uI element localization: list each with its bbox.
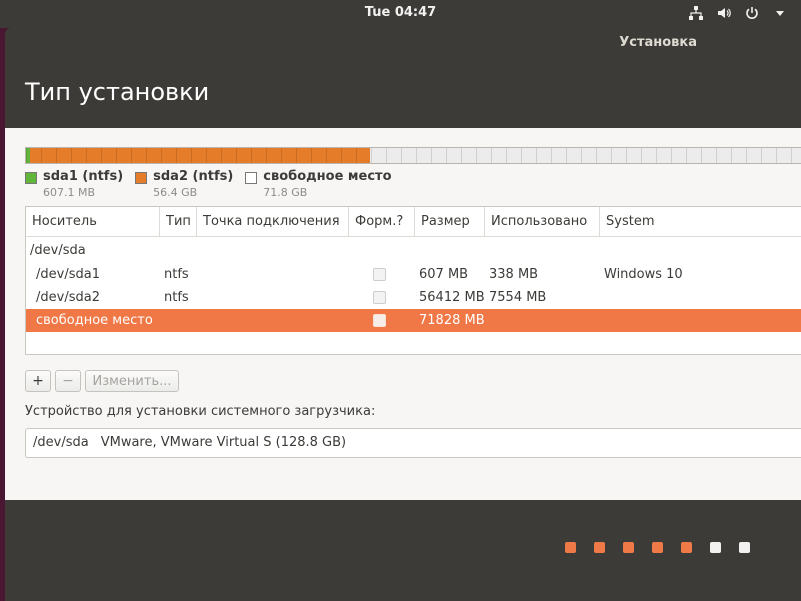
progress-dot bbox=[594, 542, 605, 553]
window-title: Установка bbox=[619, 35, 697, 50]
partition-bar bbox=[25, 147, 801, 164]
cell-system: Windows 10 bbox=[604, 267, 683, 282]
column-header-format[interactable]: Форм.? bbox=[349, 207, 415, 236]
network-icon[interactable] bbox=[687, 4, 705, 22]
cell-device: свободное место bbox=[36, 313, 153, 328]
system-tray bbox=[687, 4, 789, 22]
progress-dot bbox=[710, 542, 721, 553]
legend-swatch bbox=[135, 172, 148, 184]
column-header-device[interactable]: Носитель bbox=[26, 207, 160, 236]
disk-group-row[interactable]: /dev/sda bbox=[26, 238, 801, 263]
legend-sda2: sda2 (ntfs) 56.4 GB bbox=[135, 169, 233, 199]
table-row[interactable]: /dev/sda2 ntfs 56412 MB 7554 MB bbox=[26, 286, 801, 309]
column-header-mount[interactable]: Точка подключения bbox=[197, 207, 349, 236]
menu-arrow-icon[interactable] bbox=[771, 4, 789, 22]
partition-table: Носитель Тип Точка подключения Форм.? Ра… bbox=[25, 206, 801, 355]
cell-device: /dev/sda1 bbox=[36, 267, 100, 282]
page-title: Тип установки bbox=[25, 78, 210, 106]
legend-size: 71.8 GB bbox=[263, 186, 308, 199]
legend-name: sda1 (ntfs) bbox=[43, 169, 124, 184]
legend-swatch bbox=[245, 172, 258, 184]
cell-used: 338 MB bbox=[489, 267, 539, 282]
power-icon[interactable] bbox=[743, 4, 761, 22]
column-header-type[interactable]: Тип bbox=[160, 207, 197, 236]
add-partition-button[interactable]: + bbox=[25, 370, 51, 392]
volume-icon[interactable] bbox=[715, 4, 733, 22]
installer-window: Установка Тип установки sda1 (ntfs) 607.… bbox=[5, 28, 801, 601]
column-header-system[interactable]: System bbox=[600, 207, 801, 236]
cell-format bbox=[349, 291, 415, 304]
partition-bar-ticks bbox=[26, 148, 801, 163]
progress-dot bbox=[623, 542, 634, 553]
cell-size: 607 MB bbox=[419, 267, 469, 282]
legend-sda1: sda1 (ntfs) 607.1 MB bbox=[25, 169, 123, 199]
partition-buttons: + − Изменить... bbox=[25, 370, 179, 392]
format-checkbox[interactable] bbox=[373, 291, 386, 304]
installer-content: sda1 (ntfs) 607.1 MB sda2 (ntfs) 56.4 GB… bbox=[5, 128, 801, 500]
progress-dot bbox=[652, 542, 663, 553]
table-row[interactable]: /dev/sda1 ntfs 607 MB 338 MB Windows 10 bbox=[26, 263, 801, 286]
column-header-used[interactable]: Использовано bbox=[485, 207, 600, 236]
cell-size: 71828 MB bbox=[419, 313, 485, 328]
cell-device: /dev/sda2 bbox=[36, 290, 100, 305]
window-titlebar[interactable]: Установка bbox=[5, 28, 801, 58]
legend-size: 56.4 GB bbox=[153, 186, 198, 199]
cell-used: 7554 MB bbox=[489, 290, 547, 305]
bootloader-device: /dev/sda bbox=[33, 435, 89, 450]
edit-partition-button[interactable]: Изменить... bbox=[85, 370, 179, 392]
format-checkbox[interactable] bbox=[373, 314, 386, 327]
table-row-selected[interactable]: свободное место 71828 MB bbox=[26, 309, 801, 332]
partition-legend: sda1 (ntfs) 607.1 MB sda2 (ntfs) 56.4 GB… bbox=[25, 169, 392, 199]
cell-type: ntfs bbox=[164, 267, 189, 282]
legend-free: свободное место 71.8 GB bbox=[245, 169, 392, 199]
top-panel: Tue 04:47 bbox=[0, 0, 801, 28]
column-header-size[interactable]: Размер bbox=[415, 207, 485, 236]
bootloader-label: Устройство для установки системного загр… bbox=[25, 404, 376, 419]
progress-dot bbox=[739, 542, 750, 553]
legend-name: sda2 (ntfs) bbox=[153, 169, 234, 184]
remove-partition-button[interactable]: − bbox=[55, 370, 81, 392]
table-header: Носитель Тип Точка подключения Форм.? Ра… bbox=[26, 207, 801, 237]
bootloader-description: VMware, VMware Virtual S (128.8 GB) bbox=[100, 435, 347, 450]
progress-dot bbox=[681, 542, 692, 553]
legend-swatch bbox=[25, 172, 37, 184]
format-checkbox[interactable] bbox=[373, 268, 386, 281]
cell-format bbox=[349, 314, 415, 327]
progress-dot bbox=[565, 542, 576, 553]
cell-format bbox=[349, 268, 415, 281]
progress-dots bbox=[565, 542, 750, 553]
cell-type: ntfs bbox=[164, 290, 189, 305]
legend-name: свободное место bbox=[263, 169, 392, 184]
clock[interactable]: Tue 04:47 bbox=[0, 5, 801, 20]
cell-size: 56412 MB bbox=[419, 290, 485, 305]
bootloader-device-select[interactable]: /dev/sda VMware, VMware Virtual S (128.8 … bbox=[25, 428, 801, 458]
legend-size: 607.1 MB bbox=[43, 186, 96, 199]
